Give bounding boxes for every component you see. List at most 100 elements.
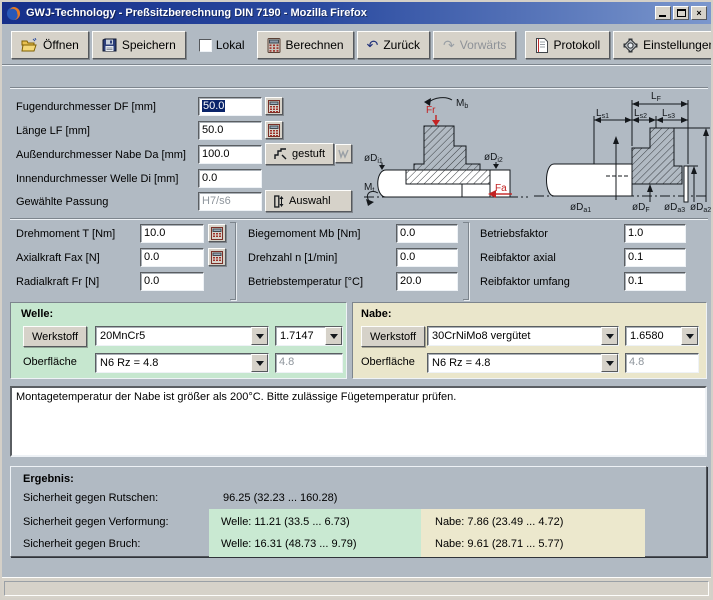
- radialkraft-input[interactable]: 0.0: [140, 272, 204, 291]
- hub-surface-select[interactable]: N6 Rz = 4.8: [427, 353, 619, 373]
- fugendurchmesser-input[interactable]: 50.0: [198, 97, 262, 116]
- hub-shaft-loads-diagram: Mb Fr øDi1 øDi2 Mt Fa: [362, 90, 532, 214]
- curve-icon: [338, 148, 349, 159]
- svg-text:Ls1: Ls1: [596, 108, 609, 120]
- shaft-material-select[interactable]: 20MnCr5: [95, 326, 269, 346]
- aussendurchmesser-input[interactable]: 100.0: [198, 145, 262, 164]
- hub-surface-label: Oberfläche: [361, 356, 415, 368]
- document-icon: [535, 38, 548, 53]
- laenge-label: Länge LF [mm]: [16, 125, 90, 137]
- svg-text:øDa3: øDa3: [664, 202, 685, 214]
- plot-button-disabled: [335, 144, 352, 163]
- chevron-down-icon[interactable]: [681, 327, 698, 345]
- window-controls: ×: [655, 6, 707, 20]
- section-separator-loads: [10, 218, 708, 220]
- drehmoment-calc-button[interactable]: [208, 224, 226, 242]
- deformation-safety-label: Sicherheit gegen Verformung:: [23, 516, 169, 528]
- drehzahl-input[interactable]: 0.0: [396, 248, 458, 267]
- aussendurchmesser-label: Außendurchmesser Nabe Da [mm]: [16, 149, 186, 161]
- back-arrow-icon: ↶: [367, 40, 379, 50]
- back-button[interactable]: ↶ Zurück: [357, 31, 430, 59]
- betriebstemperatur-input[interactable]: 20.0: [396, 272, 458, 291]
- shaft-werkstoff-button[interactable]: Werkstoff: [23, 326, 87, 347]
- shaft-surface-label: Oberfläche: [23, 356, 77, 368]
- shaft-panel-title: Welle:: [21, 308, 53, 320]
- protocol-button[interactable]: Protokoll: [525, 31, 610, 59]
- svg-text:øDa1: øDa1: [570, 202, 591, 214]
- message-box[interactable]: Montagetemperatur der Nabe ist größer al…: [10, 386, 707, 457]
- fugendurchmesser-label: Fugendurchmesser DF [mm]: [16, 101, 156, 113]
- hub-material-select[interactable]: 30CrNiMo8 vergütet: [427, 326, 619, 346]
- hub-werkstoff-button[interactable]: Werkstoff: [361, 326, 425, 347]
- svg-text:Ls3: Ls3: [662, 108, 675, 120]
- calculate-button[interactable]: Berechnen: [257, 31, 354, 59]
- drehmoment-input[interactable]: 10.0: [140, 224, 204, 243]
- laenge-calc-button[interactable]: [265, 121, 283, 139]
- gestuft-button[interactable]: gestuft: [265, 143, 334, 165]
- save-button[interactable]: Speichern: [92, 31, 186, 59]
- passung-label: Gewählte Passung: [16, 196, 108, 208]
- hub-panel: Nabe: Werkstoff 30CrNiMo8 vergütet 1.658…: [352, 302, 707, 379]
- passung-input: H7/s6: [198, 192, 262, 211]
- svg-text:øDa2: øDa2: [690, 202, 711, 214]
- window-title: GWJ-Technology - Preßsitzberechnung DIN …: [26, 7, 655, 19]
- results-title: Ergebnis:: [23, 473, 74, 485]
- loads-separator-2: [463, 222, 469, 300]
- radialkraft-label: Radialkraft Fr [N]: [16, 276, 99, 288]
- break-safety-label: Sicherheit gegen Bruch:: [23, 538, 140, 550]
- svg-text:LF: LF: [651, 91, 661, 103]
- chevron-down-icon[interactable]: [251, 354, 268, 372]
- local-checkbox[interactable]: [199, 39, 212, 52]
- axialkraft-label: Axialkraft Fax [N]: [16, 252, 100, 264]
- local-checkbox-label: Lokal: [216, 38, 245, 52]
- warning-message: Montagetemperatur der Nabe ist größer al…: [16, 391, 456, 403]
- calculator-icon: [267, 38, 281, 53]
- results-panel: Ergebnis: Sicherheit gegen Rutschen: 96.…: [10, 466, 707, 557]
- shaft-surface-select[interactable]: N6 Rz = 4.8: [95, 353, 269, 373]
- settings-button[interactable]: Einstellungen: [613, 31, 713, 59]
- chevron-down-icon[interactable]: [601, 354, 618, 372]
- break-safety-shaft: Welle: 16.31 (48.73 ... 9.79): [221, 538, 357, 550]
- forward-button: ↷ Vorwärts: [433, 31, 516, 59]
- maximize-button[interactable]: [673, 6, 689, 20]
- axialkraft-calc-button[interactable]: [208, 248, 226, 266]
- shaft-panel: Welle: Werkstoff 20MnCr5 1.7147 Oberfläc…: [10, 302, 347, 379]
- innendurchmesser-input[interactable]: 0.0: [198, 169, 262, 188]
- laenge-input[interactable]: 50.0: [198, 121, 262, 140]
- close-button[interactable]: ×: [691, 6, 707, 20]
- slip-safety-value: 96.25 (32.23 ... 160.28): [223, 492, 337, 504]
- betriebstemperatur-label: Betriebstemperatur [°C]: [248, 276, 363, 288]
- shaft-roughness-value: 4.8: [275, 353, 343, 373]
- auswahl-button[interactable]: Auswahl: [265, 190, 352, 212]
- reibfaktor-umfang-label: Reibfaktor umfang: [480, 276, 570, 288]
- svg-text:øDi1: øDi1: [364, 153, 383, 165]
- slip-safety-label: Sicherheit gegen Rutschen:: [23, 492, 158, 504]
- biegemoment-input[interactable]: 0.0: [396, 224, 458, 243]
- deformation-safety-hub: Nabe: 7.86 (23.49 ... 4.72): [435, 516, 563, 528]
- local-checkbox-group: Lokal: [199, 38, 245, 52]
- svg-text:øDF: øDF: [632, 202, 650, 214]
- calculator-small-icon: [211, 251, 223, 264]
- hub-material-number-select[interactable]: 1.6580: [625, 326, 699, 346]
- reibfaktor-axial-input[interactable]: 0.1: [624, 248, 686, 267]
- fugendurchmesser-calc-button[interactable]: [265, 97, 283, 115]
- break-safety-hub: Nabe: 9.61 (28.71 ... 5.77): [435, 538, 563, 550]
- hub-panel-title: Nabe:: [361, 308, 392, 320]
- open-button[interactable]: Öffnen: [11, 31, 89, 59]
- calculator-small-icon: [211, 227, 223, 240]
- shaft-material-number-select[interactable]: 1.7147: [275, 326, 343, 346]
- chevron-down-icon[interactable]: [601, 327, 618, 345]
- app-window: GWJ-Technology - Preßsitzberechnung DIN …: [0, 0, 713, 600]
- hub-roughness-value: 4.8: [625, 353, 699, 373]
- chevron-down-icon[interactable]: [251, 327, 268, 345]
- chevron-down-icon[interactable]: [325, 327, 342, 345]
- axialkraft-input[interactable]: 0.0: [140, 248, 204, 267]
- betriebsfaktor-input[interactable]: 1.0: [624, 224, 686, 243]
- svg-text:Fr: Fr: [426, 105, 436, 116]
- deformation-safety-shaft: Welle: 11.21 (33.5 ... 6.73): [221, 516, 350, 528]
- minimize-button[interactable]: [655, 6, 671, 20]
- reibfaktor-umfang-input[interactable]: 0.1: [624, 272, 686, 291]
- calculator-small-icon: [268, 124, 280, 137]
- forward-arrow-icon: ↷: [443, 40, 455, 50]
- toolbar-separator: [2, 64, 713, 66]
